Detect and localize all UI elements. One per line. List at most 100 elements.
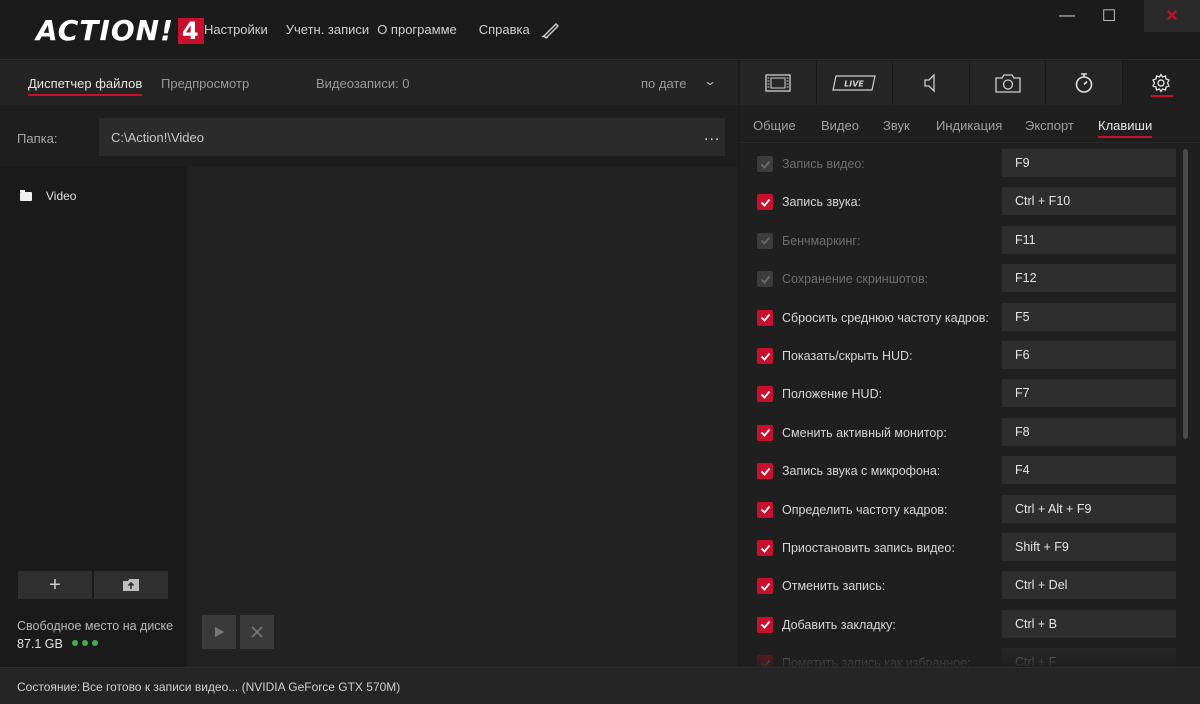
hotkey-row: Запись видео: bbox=[740, 145, 1180, 183]
file-manager-panel: Диспетчер файлов Предпросмотр Видеозапис… bbox=[0, 61, 738, 667]
hotkey-input[interactable] bbox=[1002, 149, 1176, 177]
audio-icon bbox=[924, 73, 935, 93]
hotkey-row: Отменить запись: bbox=[740, 567, 1180, 605]
hotkey-input[interactable] bbox=[1002, 187, 1176, 216]
hotkey-input[interactable] bbox=[1002, 533, 1176, 561]
file-manager-tabs: Диспетчер файлов Предпросмотр Видеозапис… bbox=[0, 61, 738, 105]
folder-path-input[interactable] bbox=[99, 118, 725, 156]
hotkey-checkbox[interactable] bbox=[757, 271, 773, 288]
hotkey-input[interactable] bbox=[1002, 648, 1176, 667]
active-tab-indicator bbox=[1150, 95, 1173, 97]
tab-audio[interactable] bbox=[893, 61, 970, 105]
live-label: LIVE bbox=[845, 80, 865, 89]
tab-file-manager[interactable]: Диспетчер файлов bbox=[28, 76, 143, 96]
tab-video-capture[interactable] bbox=[740, 61, 817, 105]
hotkey-checkbox[interactable] bbox=[757, 540, 773, 556]
checkmark-icon bbox=[760, 275, 770, 284]
checkmark-icon bbox=[760, 314, 770, 322]
sort-select[interactable]: по дате bbox=[641, 76, 686, 91]
hotkey-input[interactable] bbox=[1002, 379, 1176, 408]
free-space-label: Свободное место на диске bbox=[17, 619, 174, 633]
subtab-audio[interactable]: Звук bbox=[883, 118, 910, 133]
checkmark-icon bbox=[760, 390, 770, 399]
browse-folder-button[interactable]: ... bbox=[704, 127, 720, 145]
hotkey-input[interactable] bbox=[1002, 417, 1176, 446]
settings-icon-tabs: LIVE bbox=[740, 61, 1200, 105]
hotkey-checkbox[interactable] bbox=[757, 309, 773, 326]
hotkey-checkbox[interactable] bbox=[757, 194, 773, 211]
checkmark-icon bbox=[760, 467, 770, 476]
subtab-hotkeys[interactable]: Клавиши bbox=[1098, 118, 1153, 138]
status-text: Все готово к записи видео... (NVIDIA GeF… bbox=[82, 680, 401, 694]
add-folder-button[interactable]: + bbox=[18, 571, 92, 599]
hotkey-checkbox[interactable] bbox=[757, 232, 773, 249]
checkmark-icon bbox=[760, 352, 770, 361]
hotkey-checkbox[interactable] bbox=[757, 578, 773, 595]
hotkey-label: Сохранение скриншотов: bbox=[782, 272, 929, 287]
tree-item-video[interactable]: Video bbox=[20, 189, 76, 203]
hotkey-checkbox[interactable] bbox=[757, 348, 773, 364]
scrollbar-thumb[interactable] bbox=[1183, 149, 1188, 439]
hotkey-row: Добавить закладку: bbox=[740, 606, 1180, 644]
free-space-value: 87.1 GB bbox=[17, 637, 63, 651]
tab-live-stream[interactable]: LIVE bbox=[816, 61, 894, 105]
hotkey-row: Бенчмаркинг: bbox=[740, 222, 1180, 260]
checkmark-icon bbox=[760, 429, 770, 438]
tab-preview[interactable]: Предпросмотр bbox=[161, 76, 249, 91]
tab-benchmark[interactable] bbox=[1046, 61, 1123, 105]
subtab-indication[interactable]: Индикация bbox=[936, 118, 1002, 133]
hotkey-checkbox[interactable] bbox=[757, 386, 773, 403]
menu-settings[interactable]: Настройки bbox=[204, 22, 268, 37]
settings-subtabs: Общие Видео Звук Индикация Экспорт Клави… bbox=[740, 105, 1200, 143]
hotkey-label: Запись видео: bbox=[782, 157, 865, 171]
logo-text: ACTION! bbox=[36, 14, 174, 47]
subtab-video[interactable]: Видео bbox=[821, 118, 859, 133]
tab-screenshot[interactable] bbox=[969, 61, 1047, 105]
record-count: Видеозаписи: 0 bbox=[316, 76, 410, 91]
menu-accounts[interactable]: Учетн. записи bbox=[286, 22, 369, 37]
hotkey-row: Запись звука: bbox=[740, 183, 1180, 221]
subtab-export[interactable]: Экспорт bbox=[1025, 118, 1074, 133]
menu-about[interactable]: О программе bbox=[377, 22, 457, 37]
minimize-button[interactable]: — bbox=[1046, 0, 1088, 32]
play-button[interactable] bbox=[202, 615, 236, 649]
hotkey-input[interactable] bbox=[1002, 571, 1176, 600]
menu-help[interactable]: Справка bbox=[479, 22, 530, 37]
maximize-button[interactable]: ☐ bbox=[1088, 0, 1130, 32]
upload-folder-button[interactable] bbox=[94, 571, 168, 599]
tab-settings[interactable] bbox=[1122, 61, 1200, 105]
hotkey-checkbox[interactable] bbox=[757, 501, 773, 518]
chevron-down-icon[interactable]: ⌄ bbox=[703, 74, 717, 88]
hotkey-input[interactable] bbox=[1002, 494, 1176, 523]
hotkey-input[interactable] bbox=[1002, 609, 1176, 638]
delete-button[interactable] bbox=[240, 615, 274, 649]
pen-icon[interactable] bbox=[540, 18, 564, 42]
hotkey-input[interactable] bbox=[1002, 456, 1176, 485]
hotkey-input[interactable] bbox=[1002, 264, 1176, 293]
timer-icon bbox=[1075, 73, 1093, 93]
folder-label: Папка: bbox=[17, 131, 58, 146]
checkmark-icon bbox=[760, 506, 770, 514]
hotkey-label: Отменить запись: bbox=[782, 579, 886, 594]
hotkey-checkbox[interactable] bbox=[757, 156, 773, 172]
hotkey-checkbox[interactable] bbox=[757, 616, 773, 633]
hotkey-input[interactable] bbox=[1002, 302, 1176, 331]
hotkey-row: Пометить запись как избранное: bbox=[740, 644, 1180, 667]
disk-status-indicator bbox=[72, 640, 98, 646]
status-label: Состояние: bbox=[17, 680, 81, 694]
checkmark-icon bbox=[760, 160, 770, 169]
hotkey-label: Определить частоту кадров: bbox=[782, 502, 948, 517]
subtab-general[interactable]: Общие bbox=[753, 118, 796, 133]
folder-tree: Video + Свободное место на диске 87.1 GB bbox=[0, 167, 186, 667]
hotkey-checkbox[interactable] bbox=[757, 655, 773, 667]
hotkey-row: Сбросить среднюю частоту кадров: bbox=[740, 299, 1180, 337]
hotkey-checkbox[interactable] bbox=[757, 424, 773, 441]
close-button[interactable]: ✕ bbox=[1144, 0, 1200, 32]
hotkey-checkbox[interactable] bbox=[757, 463, 773, 480]
film-icon bbox=[765, 74, 791, 92]
title-bar: ACTION! 4 Настройки Учетн. записи О прог… bbox=[0, 0, 1200, 60]
hotkey-input[interactable] bbox=[1002, 341, 1176, 369]
hotkey-label: Запись звука: bbox=[782, 195, 862, 210]
status-bar: Состояние: Все готово к записи видео... … bbox=[0, 667, 1200, 704]
hotkey-input[interactable] bbox=[1002, 225, 1176, 254]
